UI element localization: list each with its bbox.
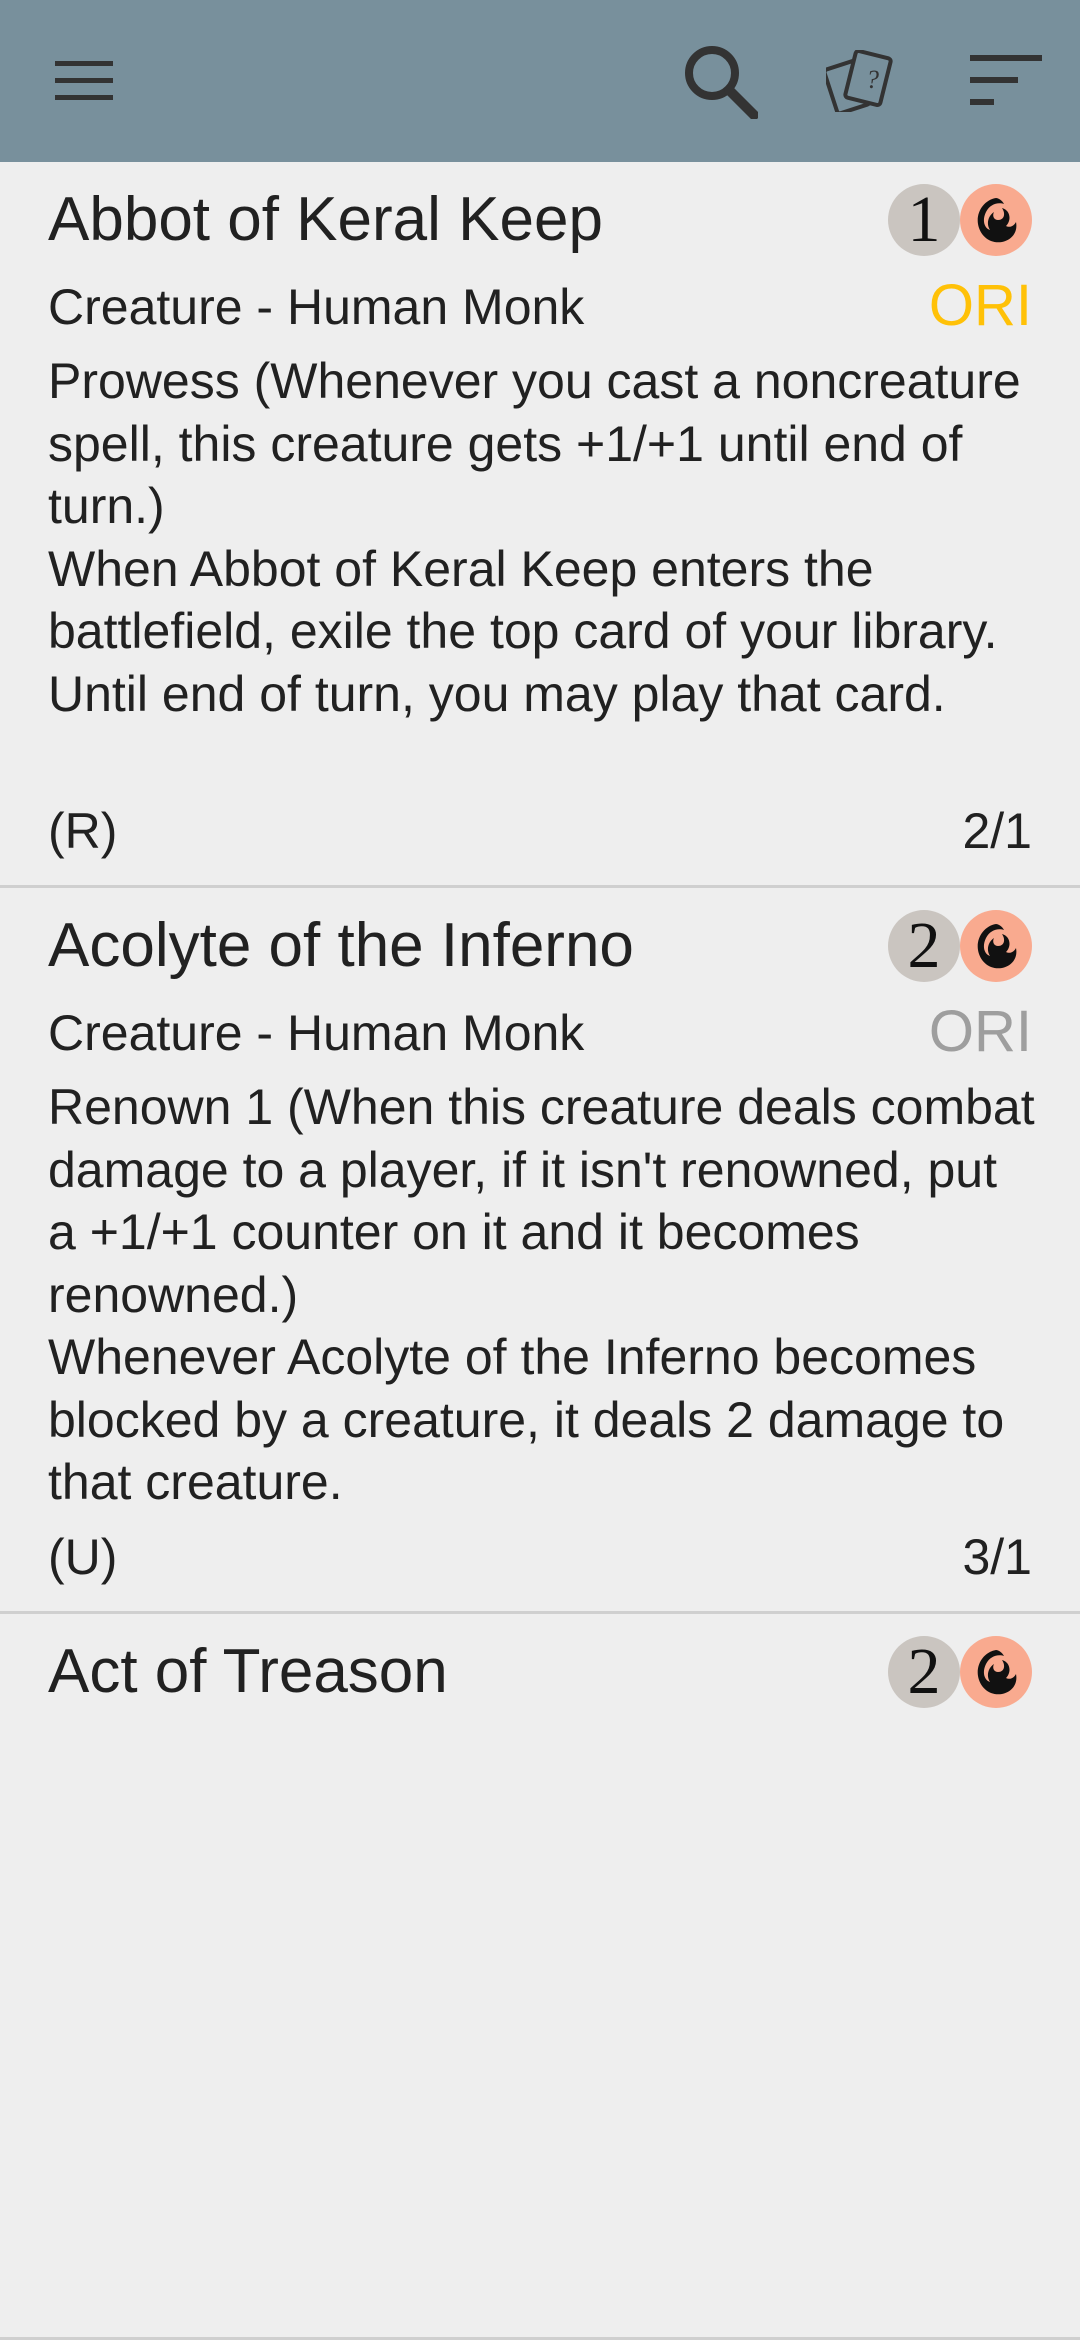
card-type: Creature - Human Monk — [48, 279, 585, 335]
sort-button[interactable] — [956, 31, 1056, 131]
rules-paragraph: Renown 1 (When this creature deals comba… — [48, 1079, 1035, 1323]
set-code: ORI — [928, 999, 1032, 1064]
app-toolbar: ? — [0, 0, 1080, 162]
card-name: Acolyte of the Inferno — [48, 911, 634, 980]
card-type: Creature - Human Monk — [48, 1005, 585, 1061]
red-mana-icon — [960, 1636, 1032, 1708]
menu-button[interactable] — [34, 31, 134, 131]
search-icon — [685, 46, 758, 119]
red-mana-icon — [960, 184, 1032, 256]
rarity: (U) — [48, 1529, 118, 1585]
rules-paragraph: Prowess (Whenever you cast a noncreature… — [48, 353, 1021, 534]
mana-cost: 1 — [888, 184, 1032, 256]
power-toughness: 3/1 — [962, 1529, 1032, 1585]
generic-mana-symbol: 2 — [888, 1636, 960, 1708]
mana-cost: 2 — [888, 1636, 1032, 1708]
rules-paragraph: Whenever Acolyte of the Inferno becomes … — [48, 1329, 1005, 1510]
menu-icon — [55, 61, 113, 100]
random-card-button[interactable]: ? — [813, 31, 913, 131]
card-list[interactable]: Abbot of Keral Keep 1 Creature - Human M… — [0, 162, 1080, 2340]
rules-text: Prowess (Whenever you cast a noncreature… — [48, 350, 1038, 725]
search-button[interactable] — [670, 31, 770, 131]
svg-text:?: ? — [866, 65, 879, 94]
red-mana-icon — [960, 910, 1032, 982]
mana-cost: 2 — [888, 910, 1032, 982]
generic-mana-symbol: 1 — [888, 184, 960, 256]
rules-paragraph: When Abbot of Keral Keep enters the batt… — [48, 540, 998, 722]
generic-mana-symbol: 2 — [888, 910, 960, 982]
card-list-item[interactable]: Act of Treason 2 — [0, 1614, 1080, 2340]
set-code: ORI — [928, 273, 1032, 338]
card-list-item[interactable]: Acolyte of the Inferno 2 Creature - Huma… — [0, 888, 1080, 1614]
rarity: (R) — [48, 803, 118, 859]
rules-text: Renown 1 (When this creature deals comba… — [48, 1076, 1038, 1514]
random-cards-icon: ? — [826, 50, 893, 112]
card-list-item[interactable]: Abbot of Keral Keep 1 Creature - Human M… — [0, 162, 1080, 888]
card-name: Act of Treason — [48, 1637, 448, 1706]
sort-icon — [970, 55, 1042, 105]
power-toughness: 2/1 — [962, 803, 1032, 859]
card-name: Abbot of Keral Keep — [48, 185, 603, 254]
